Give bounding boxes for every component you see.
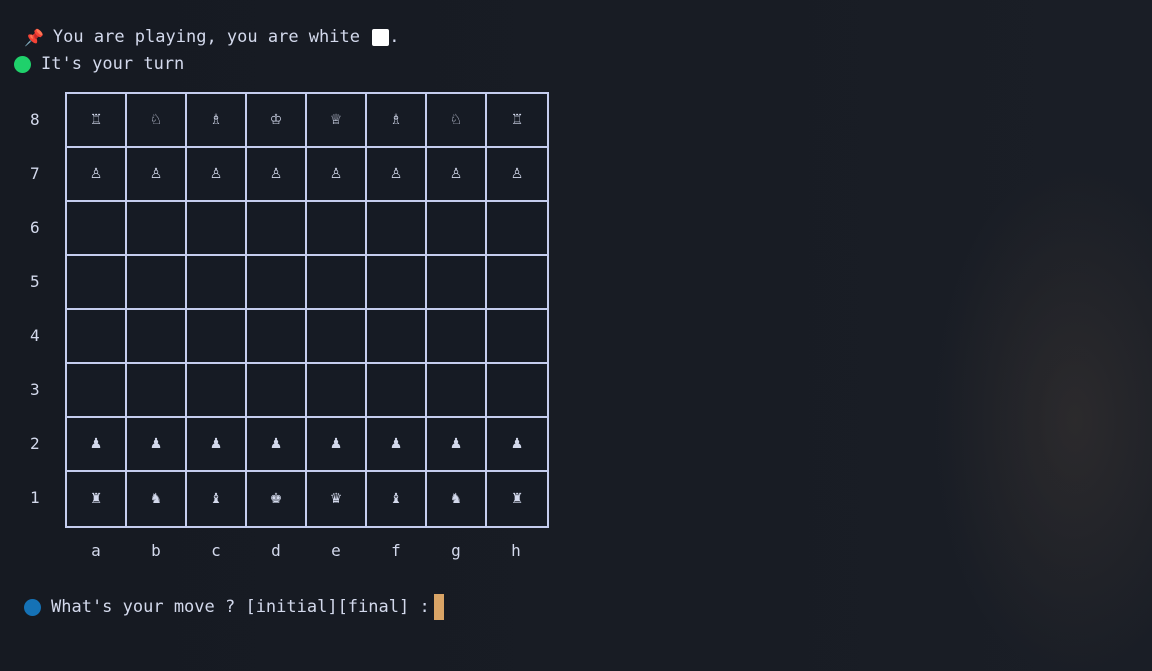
square-e3[interactable] xyxy=(307,364,367,418)
square-a8[interactable]: ♖ xyxy=(67,94,127,148)
square-e4[interactable] xyxy=(307,310,367,364)
square-e8[interactable]: ♕ xyxy=(307,94,367,148)
square-g6[interactable] xyxy=(427,202,487,256)
square-c7[interactable]: ♙ xyxy=(187,148,247,202)
square-b2[interactable]: ♟ xyxy=(127,418,187,472)
square-b5[interactable] xyxy=(127,256,187,310)
square-b8[interactable]: ♘ xyxy=(127,94,187,148)
square-c4[interactable] xyxy=(187,310,247,364)
square-f2[interactable]: ♟ xyxy=(367,418,427,472)
rank-label: 4 xyxy=(30,326,40,345)
player-info-line: 📌 You are playing, you are white . xyxy=(24,27,399,47)
square-g5[interactable] xyxy=(427,256,487,310)
rank-label: 3 xyxy=(30,380,40,399)
pushpin-icon: 📌 xyxy=(24,27,44,47)
square-a2[interactable]: ♟ xyxy=(67,418,127,472)
file-label: g xyxy=(451,541,461,560)
square-g3[interactable] xyxy=(427,364,487,418)
square-a6[interactable] xyxy=(67,202,127,256)
square-c8[interactable]: ♗ xyxy=(187,94,247,148)
square-c2[interactable]: ♟ xyxy=(187,418,247,472)
file-label: b xyxy=(151,541,161,560)
square-h4[interactable] xyxy=(487,310,547,364)
rank-label: 6 xyxy=(30,218,40,237)
square-a5[interactable] xyxy=(67,256,127,310)
square-h1[interactable]: ♜ xyxy=(487,472,547,526)
square-d7[interactable]: ♙ xyxy=(247,148,307,202)
square-f8[interactable]: ♗ xyxy=(367,94,427,148)
square-f4[interactable] xyxy=(367,310,427,364)
rank-label: 8 xyxy=(30,110,40,129)
terminal-cursor[interactable] xyxy=(433,594,444,620)
square-d5[interactable] xyxy=(247,256,307,310)
square-b3[interactable] xyxy=(127,364,187,418)
rank-label: 5 xyxy=(30,272,40,291)
square-g4[interactable] xyxy=(427,310,487,364)
square-a1[interactable]: ♜ xyxy=(67,472,127,526)
square-b6[interactable] xyxy=(127,202,187,256)
square-a7[interactable]: ♙ xyxy=(67,148,127,202)
square-e6[interactable] xyxy=(307,202,367,256)
square-g8[interactable]: ♘ xyxy=(427,94,487,148)
square-d3[interactable] xyxy=(247,364,307,418)
square-a4[interactable] xyxy=(67,310,127,364)
chess-board: ♖ ♘ ♗ ♔ ♕ ♗ ♘ ♖ ♙ ♙ ♙ ♙ ♙ ♙ ♙ ♙ ♟ ♟ ♟ ♟ ♟ ♟ ♟ ♟ ♜ ♞ ♝ ♚ ♛ ♝ ♞ ♜ xyxy=(65,92,549,528)
file-label: e xyxy=(331,541,341,560)
square-a3[interactable] xyxy=(67,364,127,418)
turn-status-line: It's your turn xyxy=(14,54,184,74)
square-d2[interactable]: ♟ xyxy=(247,418,307,472)
blue-circle-icon xyxy=(24,598,41,616)
square-h7[interactable]: ♙ xyxy=(487,148,547,202)
square-h2[interactable]: ♟ xyxy=(487,418,547,472)
square-f1[interactable]: ♝ xyxy=(367,472,427,526)
square-g2[interactable]: ♟ xyxy=(427,418,487,472)
square-f5[interactable] xyxy=(367,256,427,310)
square-h3[interactable] xyxy=(487,364,547,418)
square-f7[interactable]: ♙ xyxy=(367,148,427,202)
square-g1[interactable]: ♞ xyxy=(427,472,487,526)
square-g7[interactable]: ♙ xyxy=(427,148,487,202)
square-f6[interactable] xyxy=(367,202,427,256)
square-e2[interactable]: ♟ xyxy=(307,418,367,472)
player-info-text: You are playing, you are white xyxy=(52,27,371,47)
square-b4[interactable] xyxy=(127,310,187,364)
square-d4[interactable] xyxy=(247,310,307,364)
square-c6[interactable] xyxy=(187,202,247,256)
file-label: f xyxy=(391,541,401,560)
rank-label: 1 xyxy=(30,488,40,507)
square-c1[interactable]: ♝ xyxy=(187,472,247,526)
square-e1[interactable]: ♛ xyxy=(307,472,367,526)
file-label: h xyxy=(511,541,521,560)
move-prompt-line: What's your move ? [initial][final] : xyxy=(24,594,444,620)
square-f3[interactable] xyxy=(367,364,427,418)
rank-label: 2 xyxy=(30,434,40,453)
green-circle-icon xyxy=(14,55,31,73)
square-h6[interactable] xyxy=(487,202,547,256)
square-c5[interactable] xyxy=(187,256,247,310)
file-label: d xyxy=(271,541,281,560)
turn-status-text: It's your turn xyxy=(41,54,185,74)
player-info-suffix: . xyxy=(389,27,400,47)
square-d6[interactable] xyxy=(247,202,307,256)
square-d1[interactable]: ♚ xyxy=(247,472,307,526)
square-h8[interactable]: ♖ xyxy=(487,94,547,148)
square-h5[interactable] xyxy=(487,256,547,310)
square-b1[interactable]: ♞ xyxy=(127,472,187,526)
file-label: a xyxy=(91,541,101,560)
square-e7[interactable]: ♙ xyxy=(307,148,367,202)
square-c3[interactable] xyxy=(187,364,247,418)
square-d8[interactable]: ♔ xyxy=(247,94,307,148)
square-b7[interactable]: ♙ xyxy=(127,148,187,202)
white-square-icon xyxy=(372,28,390,46)
square-e5[interactable] xyxy=(307,256,367,310)
move-prompt-text: What's your move ? [initial][final] : xyxy=(51,597,430,617)
file-label: c xyxy=(211,541,221,560)
rank-label: 7 xyxy=(30,164,40,183)
